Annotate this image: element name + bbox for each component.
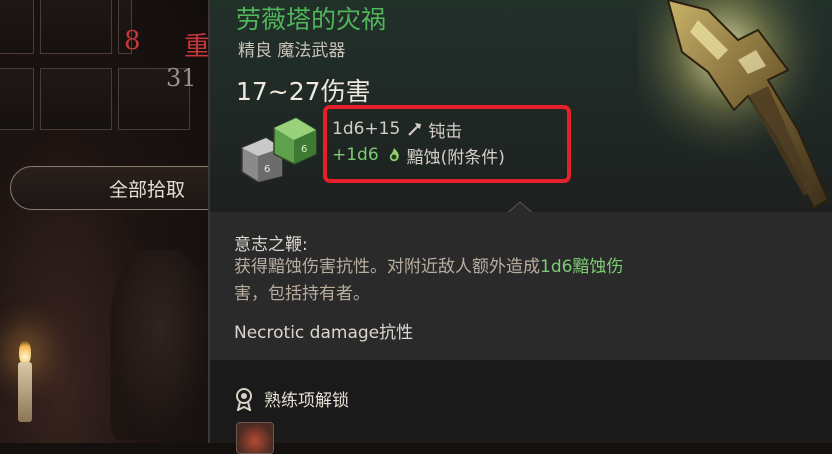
damage-range: 17~27伤害 — [236, 77, 371, 106]
item-name: 劳薇塔的灾祸 — [236, 5, 387, 34]
svg-text:6: 6 — [301, 144, 307, 155]
tooltip-header: 劳薇塔的灾祸 精良 魔法武器 17~27伤害 6 6 1d6+15 钝击 +1d… — [210, 0, 832, 214]
candle-flame — [19, 340, 31, 364]
weight-value: 31 — [166, 64, 197, 92]
loot-window: 8 重 31 — [0, 0, 208, 443]
loot-slot[interactable] — [40, 68, 112, 130]
action-icon[interactable] — [236, 422, 274, 454]
weapon-image — [638, 0, 832, 210]
proficiency-title: 熟练项解锁 — [264, 391, 349, 411]
stack-count-suffix: 重 — [184, 32, 208, 62]
loot-slot[interactable] — [40, 0, 112, 54]
loot-all-label: 全部拾取 — [109, 179, 186, 201]
loot-slot[interactable] — [0, 68, 34, 130]
medal-icon — [236, 388, 252, 411]
dice-icon: 6 6 — [241, 117, 317, 182]
tooltip-ability-section: 意志之鞭: 获得黯蚀伤害抗性。对附近敌人额外造成1d6黯蚀伤害，包括持有者。 N… — [210, 212, 832, 360]
candle — [18, 362, 32, 422]
tooltip-proficiency-section: 熟练项解锁 — [210, 360, 832, 454]
ability-title: 意志之鞭: — [234, 235, 308, 255]
svg-text:6: 6 — [264, 164, 270, 175]
ability-desc-highlight: 1d6黯蚀伤 — [540, 257, 624, 277]
ability-desc-text: 害，包括持有者。 — [234, 284, 370, 304]
item-tooltip: 劳薇塔的灾祸 精良 魔法武器 17~27伤害 6 6 1d6+15 钝击 +1d… — [208, 0, 832, 454]
resistance-text: Necrotic damage抗性 — [234, 323, 414, 343]
ability-desc-text: 获得黯蚀伤害抗性。对附近敌人额外造成 — [234, 257, 540, 277]
background-figure — [110, 250, 208, 440]
loot-slot[interactable] — [0, 0, 34, 54]
stack-count: 8 — [124, 26, 141, 56]
loot-all-button[interactable]: 全部拾取 — [10, 166, 240, 210]
highlight-box — [323, 105, 571, 183]
item-rarity-type: 精良 魔法武器 — [238, 41, 346, 61]
ability-description: 获得黯蚀伤害抗性。对附近敌人额外造成1d6黯蚀伤害，包括持有者。 — [234, 254, 794, 308]
